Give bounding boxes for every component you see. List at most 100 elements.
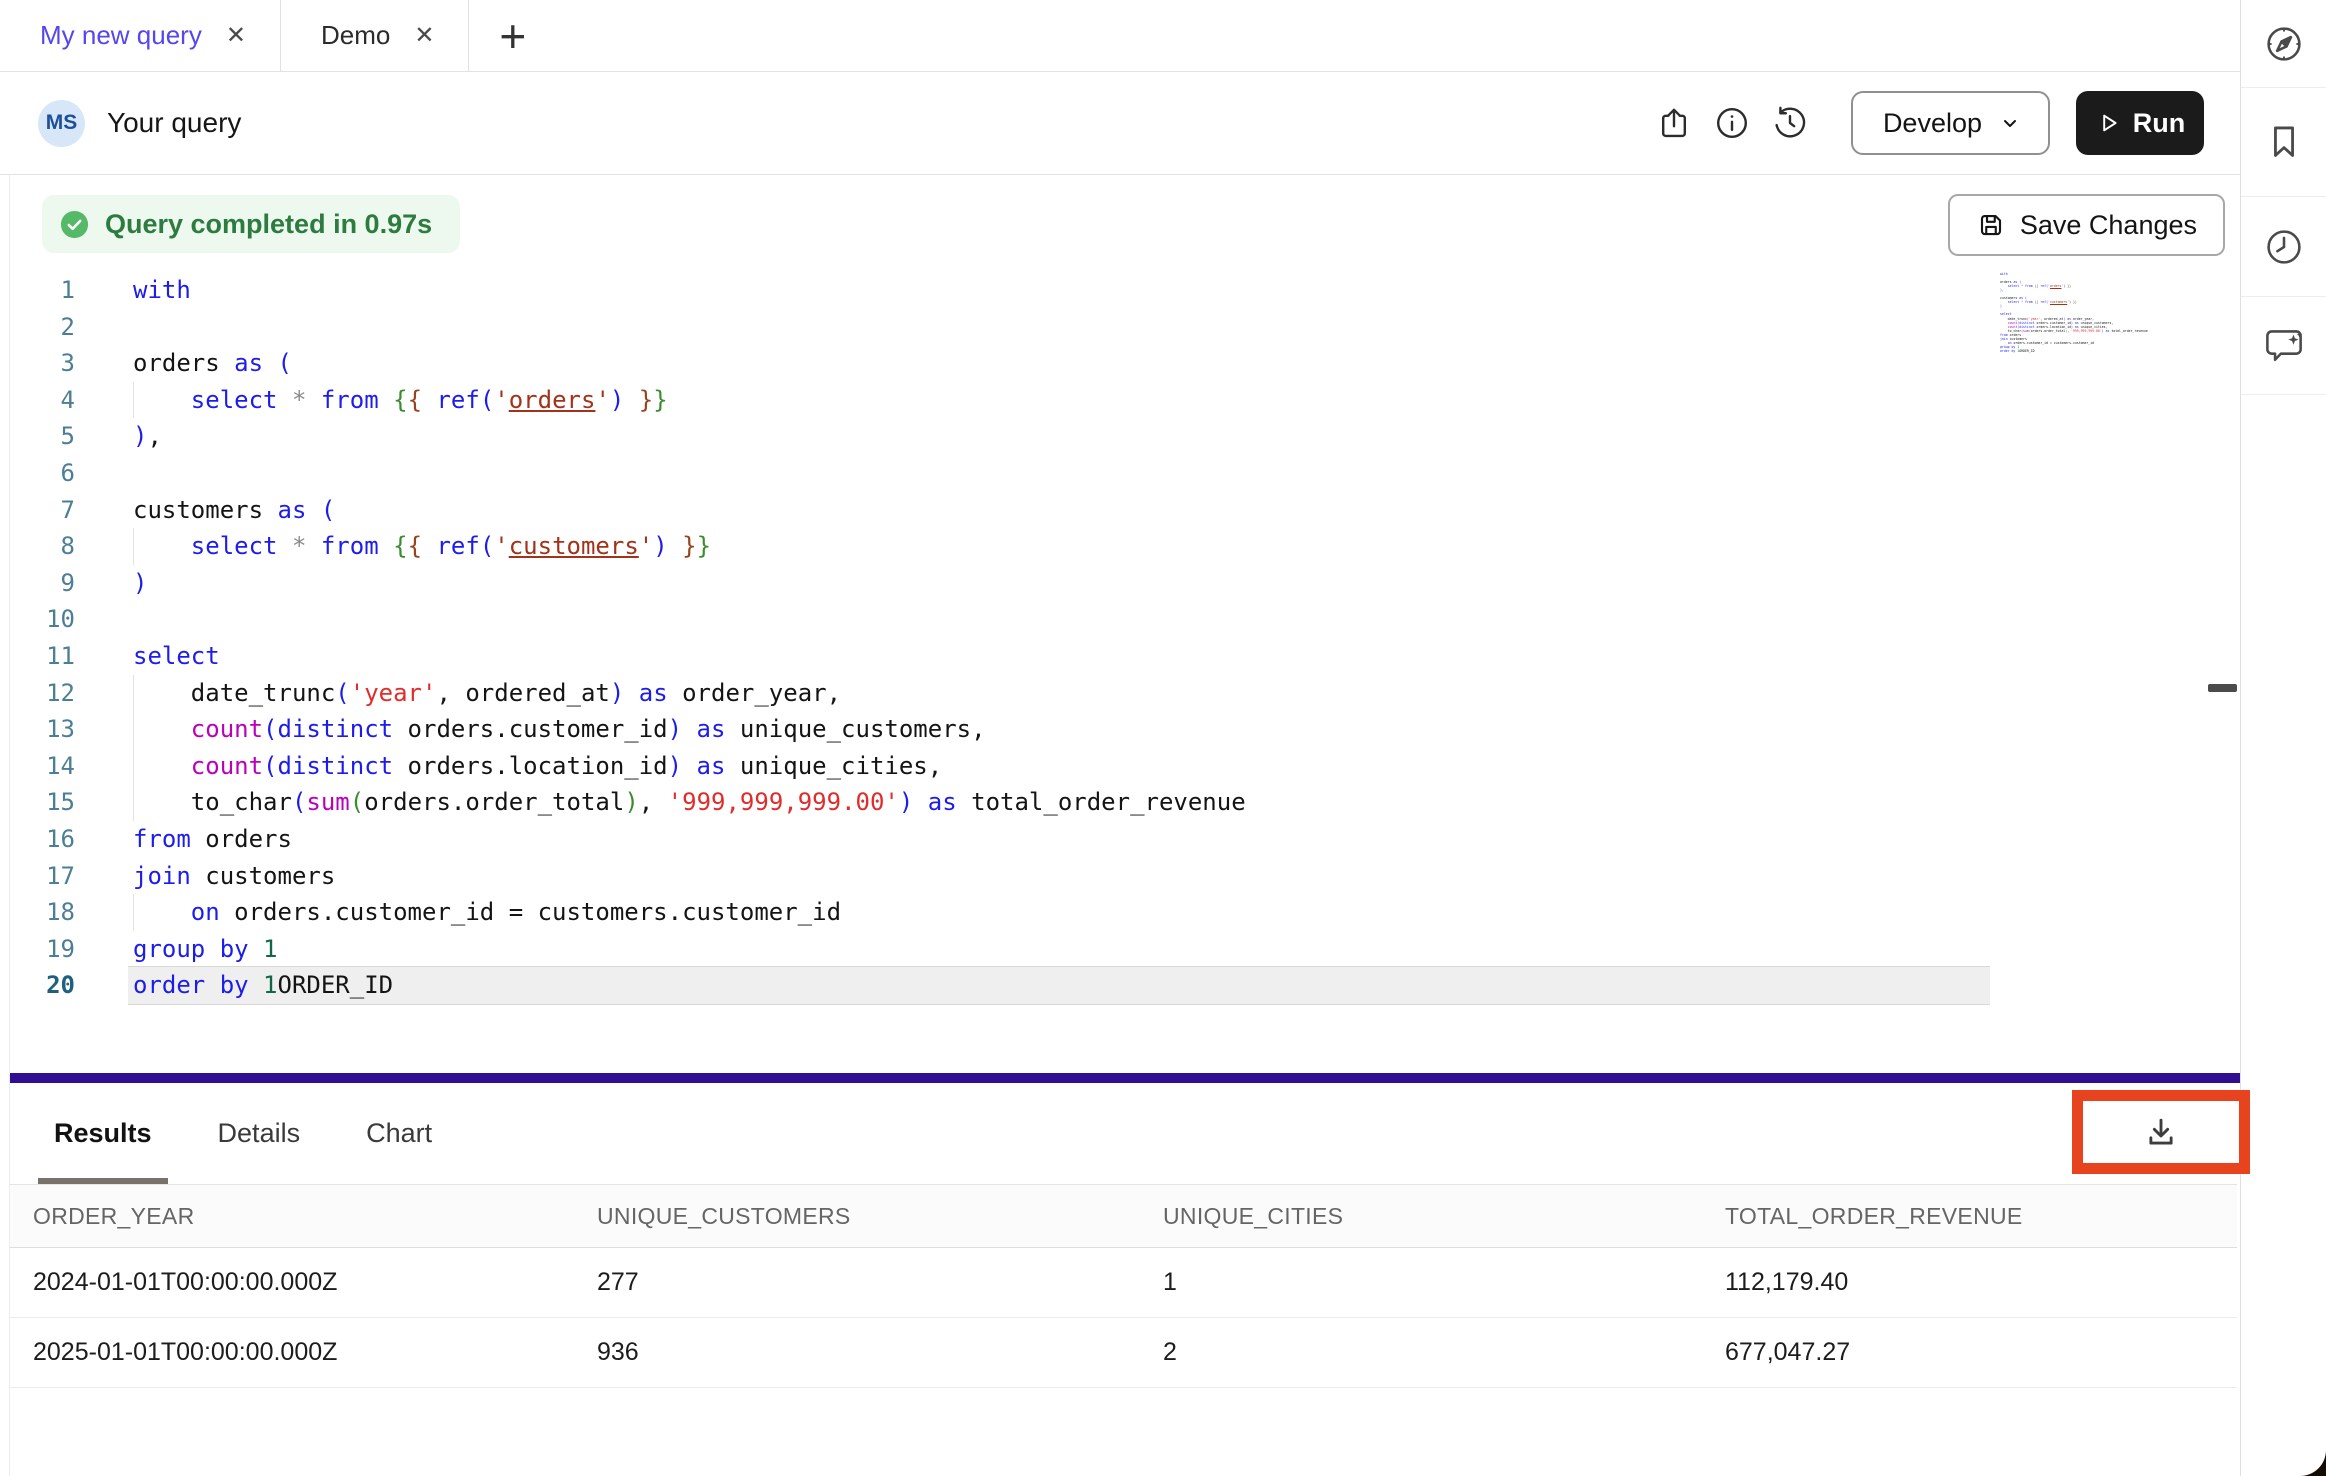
code-line[interactable]: 7customers as (: [10, 492, 1990, 529]
code-text: from orders: [128, 821, 1990, 858]
line-number: 18: [10, 894, 75, 931]
code-line[interactable]: 16from orders: [10, 821, 1990, 858]
editor-tab[interactable]: Demo✕: [281, 0, 469, 71]
code-text: ): [128, 565, 1990, 602]
line-number: 12: [10, 675, 75, 712]
download-results-button[interactable]: [2142, 1113, 2180, 1151]
line-number: 3: [10, 345, 75, 382]
history-button[interactable]: [1761, 94, 1819, 152]
results-tab-results[interactable]: Results: [38, 1083, 168, 1184]
minimap-line: order by 1ORDER_ID: [2000, 349, 2210, 353]
code-line[interactable]: 4 select * from {{ ref('orders') }}: [10, 382, 1990, 419]
query-toolbar: MS Your query Develop: [0, 72, 2240, 175]
code-text: order by 1ORDER_ID: [128, 967, 1990, 1004]
avatar[interactable]: MS: [38, 100, 85, 147]
sql-editor[interactable]: 1 with23 orders as (4 select * from {{ ref…: [10, 272, 1990, 1004]
code-line[interactable]: 11select: [10, 638, 1990, 675]
code-text: ),: [128, 418, 1990, 455]
code-text: date_trunc('year', ordered_at) as order_…: [128, 675, 1990, 712]
code-text: group by 1: [128, 931, 1990, 968]
table-cell: 2: [1163, 1338, 1725, 1367]
info-icon: [1714, 105, 1750, 141]
code-line[interactable]: 15 to_char(sum(orders.order_total), '999…: [10, 784, 1990, 821]
table-cell: 1: [1163, 1268, 1725, 1297]
results-tab-details[interactable]: Details: [202, 1083, 317, 1184]
tab-label: My new query: [40, 20, 202, 51]
line-number: 7: [10, 492, 75, 529]
code-line[interactable]: 18 on orders.customer_id = customers.cus…: [10, 894, 1990, 931]
history-icon: [1772, 105, 1808, 141]
editor-minimap[interactable]: withorders as ( select * from {{ ref('or…: [2000, 272, 2210, 353]
code-line[interactable]: 9): [10, 565, 1990, 602]
results-tab-chart[interactable]: Chart: [350, 1083, 448, 1184]
tab-list: My new query✕Demo✕: [0, 0, 469, 71]
panel-resize-divider[interactable]: [10, 1073, 2240, 1083]
line-number: 19: [10, 931, 75, 968]
table-row[interactable]: 2024-01-01T00:00:00.000Z2771112,179.40: [10, 1248, 2237, 1318]
column-header: TOTAL_ORDER_REVENUE: [1725, 1203, 2237, 1230]
line-number: 17: [10, 858, 75, 895]
download-icon: [2142, 1113, 2180, 1151]
code-text: orders as (: [128, 345, 1990, 382]
sidebar-item-bookmarks[interactable]: [2241, 88, 2326, 197]
table-cell: 277: [597, 1268, 1163, 1297]
code-text: with: [128, 272, 1990, 309]
close-icon[interactable]: ✕: [414, 24, 434, 48]
code-line[interactable]: 20 order by 1ORDER_ID: [10, 967, 1990, 1004]
chat-sparkles-icon: [2261, 323, 2307, 369]
code-line[interactable]: 17 join customers: [10, 858, 1990, 895]
code-line[interactable]: 12 date_trunc('year', ordered_at) as ord…: [10, 675, 1990, 712]
code-line[interactable]: 19 group by 1: [10, 931, 1990, 968]
tab-bar: My new query✕Demo✕ +: [0, 0, 2240, 72]
play-icon: [2095, 110, 2121, 136]
develop-dropdown[interactable]: Develop: [1851, 91, 2050, 155]
share-button[interactable]: [1645, 94, 1703, 152]
code-text: on orders.customer_id = customers.custom…: [128, 894, 1990, 931]
code-line[interactable]: 5),: [10, 418, 1990, 455]
line-number: 10: [10, 601, 75, 638]
line-number: 14: [10, 748, 75, 785]
scroll-drag-handle[interactable]: [2208, 684, 2237, 692]
code-text: [128, 601, 1990, 638]
code-line[interactable]: 8 select * from {{ ref('customers') }}: [10, 528, 1990, 565]
code-line[interactable]: 6: [10, 455, 1990, 492]
table-cell: 112,179.40: [1725, 1268, 2237, 1297]
code-text: join customers: [128, 858, 1990, 895]
sidebar-item-explore[interactable]: [2241, 0, 2326, 88]
column-header: ORDER_YEAR: [33, 1203, 597, 1230]
clock-icon: [2262, 225, 2306, 269]
code-line[interactable]: 10: [10, 601, 1990, 638]
compass-icon: [2262, 22, 2306, 66]
code-line[interactable]: 2: [10, 309, 1990, 346]
table-cell: 2024-01-01T00:00:00.000Z: [33, 1268, 597, 1297]
code-text: count(distinct orders.customer_id) as un…: [128, 711, 1990, 748]
code-line[interactable]: 13 count(distinct orders.customer_id) as…: [10, 711, 1990, 748]
code-text: [128, 455, 1990, 492]
results-tab-bar: Results Details Chart: [10, 1083, 2237, 1185]
code-line[interactable]: 1 with: [10, 272, 1990, 309]
column-header: UNIQUE_CITIES: [1163, 1203, 1725, 1230]
line-number: 1: [10, 272, 75, 309]
toolbar-actions: Develop Run: [1645, 91, 2240, 155]
run-button[interactable]: Run: [2076, 91, 2204, 155]
develop-label: Develop: [1883, 108, 1982, 139]
line-number: 9: [10, 565, 75, 602]
line-number: 5: [10, 418, 75, 455]
close-icon[interactable]: ✕: [226, 24, 246, 48]
code-text: [128, 309, 1990, 346]
code-text: select: [128, 638, 1990, 675]
check-circle-icon: [59, 209, 90, 240]
code-line[interactable]: 14 count(distinct orders.location_id) as…: [10, 748, 1990, 785]
line-number: 20: [10, 967, 75, 1004]
table-row[interactable]: 2025-01-01T00:00:00.000Z9362677,047.27: [10, 1318, 2237, 1388]
sidebar-item-ai-assistant[interactable]: [2241, 297, 2326, 395]
line-number: 6: [10, 455, 75, 492]
sidebar-item-history[interactable]: [2241, 197, 2326, 297]
new-tab-button[interactable]: +: [469, 0, 556, 71]
query-status-badge: Query completed in 0.97s: [42, 195, 460, 253]
editor-tab[interactable]: My new query ✕: [0, 0, 281, 71]
line-number: 4: [10, 382, 75, 419]
info-button[interactable]: [1703, 94, 1761, 152]
code-line[interactable]: 3 orders as (: [10, 345, 1990, 382]
save-changes-button[interactable]: Save Changes: [1948, 194, 2225, 256]
